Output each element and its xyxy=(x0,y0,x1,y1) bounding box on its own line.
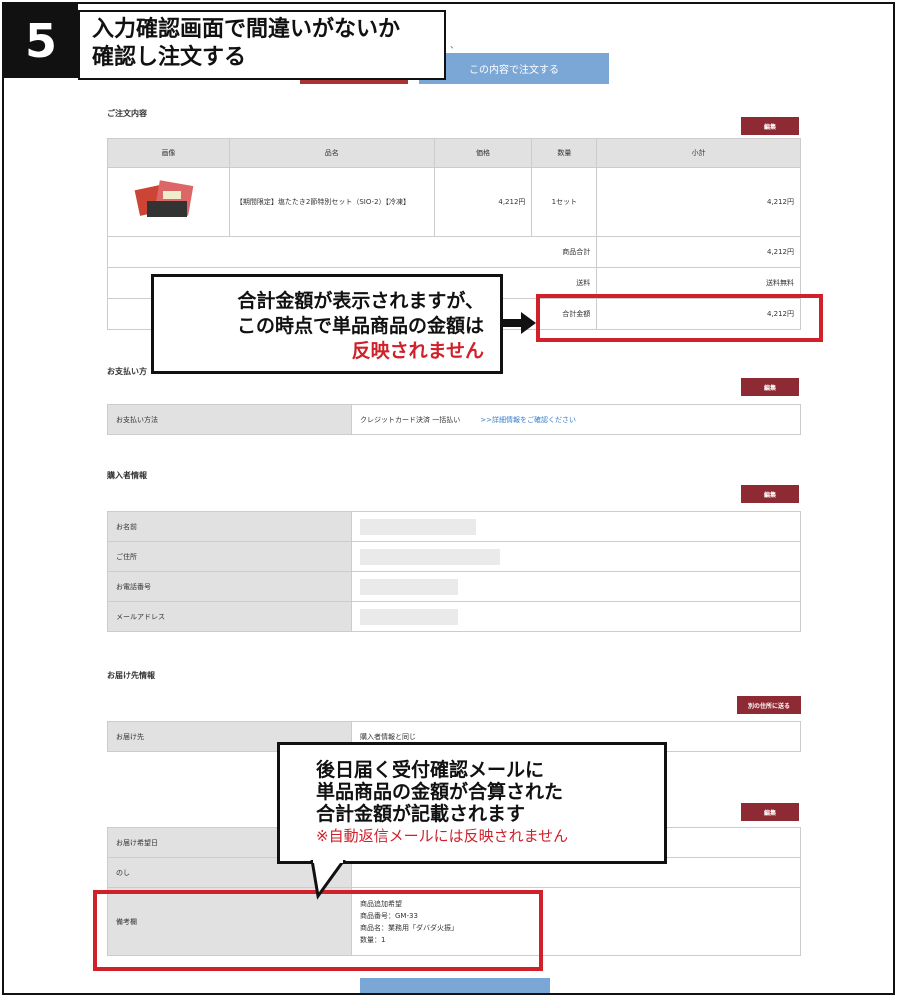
table-row: 商品合計 4,212円 xyxy=(106,236,801,268)
col-header-qty: 数量 xyxy=(531,138,598,168)
buyer-phone-value xyxy=(351,571,801,602)
callout-tail-icon xyxy=(310,860,346,900)
order-section-title: ご注文内容 xyxy=(107,109,147,118)
product-price: 4,212円 xyxy=(433,167,533,237)
callout2-line-3: 合計金額が記載されます xyxy=(316,803,526,825)
buyer-address-label: ご住所 xyxy=(107,541,352,572)
other-address-button[interactable]: 別の住所に送る xyxy=(737,696,801,714)
buyer-address-value xyxy=(351,541,801,572)
callout-total-note: 合計金額が表示されますが、 この時点で単品商品の金額は 反映されません xyxy=(151,274,503,374)
payment-detail-link[interactable]: >>詳細情報をご確認ください xyxy=(480,416,576,424)
step-line-1: 入力確認画面で間違いがないか xyxy=(92,17,401,42)
payment-method-value: クレジットカード決済 一括払い >>詳細情報をご確認ください xyxy=(351,404,801,435)
product-image xyxy=(107,167,230,237)
payment-edit-button[interactable]: 編集 xyxy=(741,378,799,396)
col-header-image: 画像 xyxy=(107,138,230,168)
buyer-table: お名前 ご住所 お電話番号 メールアドレス xyxy=(107,511,801,632)
step-instruction: 入力確認画面で間違いがないか 確認し注文する xyxy=(78,10,446,80)
product-qty: 1セット xyxy=(531,167,598,237)
col-header-subtotal: 小計 xyxy=(596,138,801,168)
goods-total-label: 商品合計 xyxy=(106,236,598,268)
arrow-head-icon xyxy=(521,312,536,334)
screenshot-frame: 5 入力確認画面で間違いがないか 確認し注文する 、 この内容で注文する ご注文… xyxy=(2,2,895,995)
buyer-edit-button[interactable]: 編集 xyxy=(741,485,799,503)
highlight-note xyxy=(93,890,543,971)
payment-method-label: お支払い方法 xyxy=(107,404,352,435)
order-edit-button[interactable]: 編集 xyxy=(741,117,799,135)
payment-section-title: お支払い方 xyxy=(107,367,147,376)
callout-line-2: この時点で単品商品の金額は xyxy=(236,315,484,337)
buyer-email-value xyxy=(351,601,801,632)
payment-method-text: クレジットカード決済 一括払い xyxy=(360,415,461,424)
extra-edit-button[interactable]: 編集 xyxy=(741,803,799,821)
callout-line-1: 合計金額が表示されますが、 xyxy=(237,290,484,312)
buyer-section-title: 購入者情報 xyxy=(107,471,147,480)
step-line-2: 確認し注文する xyxy=(92,45,247,70)
delivery-section-title: お届け先情報 xyxy=(107,671,155,680)
buyer-email-label: メールアドレス xyxy=(107,601,352,632)
callout-email-note: 後日届く受付確認メールに 単品商品の金額が合算された 合計金額が記載されます ※… xyxy=(277,742,667,864)
arrow-right-icon xyxy=(503,319,523,327)
top-mark: 、 xyxy=(450,41,460,51)
buyer-phone-label: お電話番号 xyxy=(107,571,352,602)
col-header-name: 品名 xyxy=(228,138,435,168)
product-name: 【期間限定】塩たたき2節特別セット（SIO-2）【冷凍】 xyxy=(228,167,435,237)
payment-table: お支払い方法 クレジットカード決済 一括払い >>詳細情報をご確認ください xyxy=(107,404,801,435)
callout2-line-4: ※自動返信メールには反映されません xyxy=(316,827,569,845)
callout2-line-1: 後日届く受付確認メールに xyxy=(316,759,545,781)
submit-order-button-top[interactable]: この内容で注文する xyxy=(419,53,609,84)
col-header-price: 価格 xyxy=(433,138,533,168)
submit-order-button-bottom[interactable]: この内容で注文する xyxy=(360,978,550,993)
table-row: 【期間限定】塩たたき2節特別セット（SIO-2）【冷凍】 4,212円 1セット… xyxy=(107,167,801,237)
product-subtotal: 4,212円 xyxy=(596,167,801,237)
step-number: 5 xyxy=(4,4,78,78)
buyer-name-value xyxy=(351,511,801,542)
highlight-grand-total xyxy=(536,294,823,342)
buyer-name-label: お名前 xyxy=(107,511,352,542)
callout-line-3: 反映されません xyxy=(351,340,484,362)
callout2-line-2: 単品商品の金額が合算された xyxy=(316,781,564,803)
goods-total-value: 4,212円 xyxy=(596,236,801,268)
